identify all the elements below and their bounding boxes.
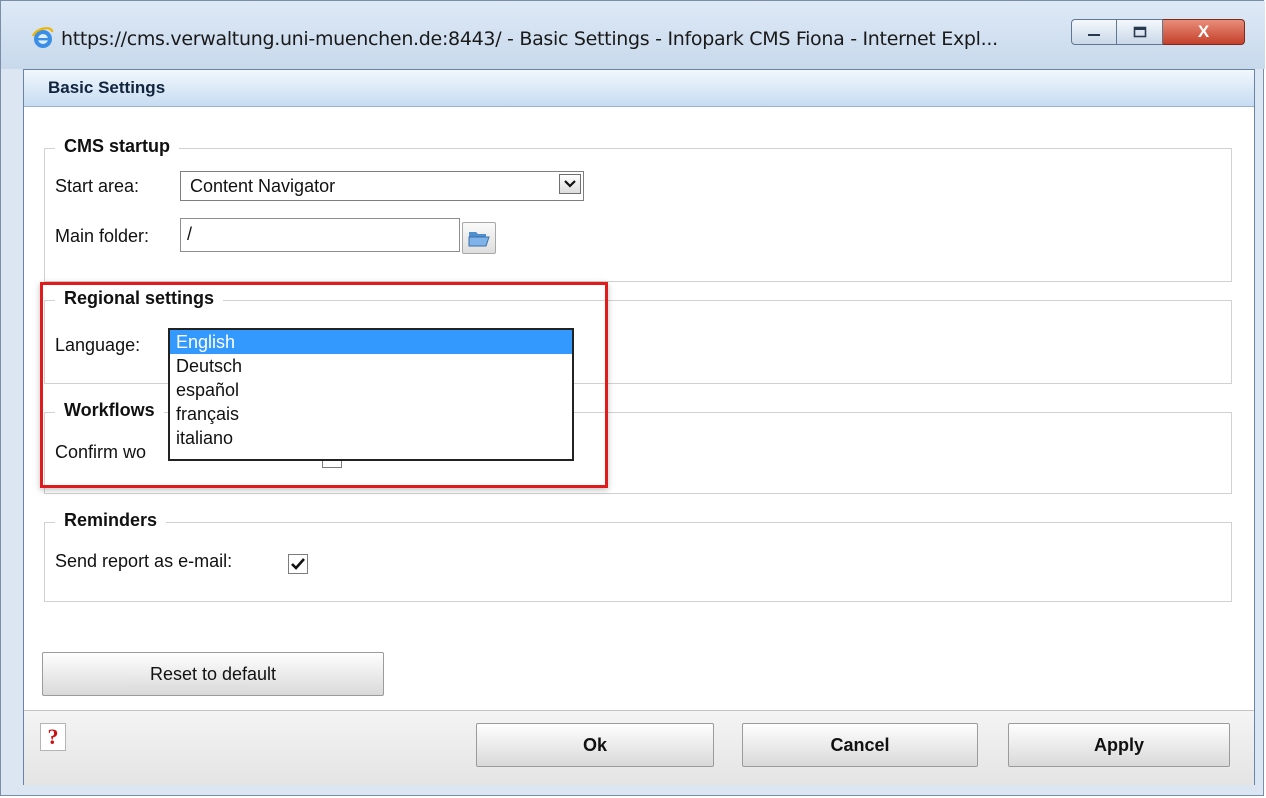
language-option-espanol[interactable]: español (170, 378, 572, 402)
confirm-workflow-label: Confirm wo (55, 442, 147, 462)
cms-startup-group: CMS startup (44, 136, 1232, 282)
start-area-value: Content Navigator (190, 176, 336, 196)
send-report-checkbox[interactable] (288, 554, 308, 574)
close-button[interactable]: X (1163, 19, 1245, 45)
window-controls: X (1071, 19, 1245, 47)
chevron-down-icon[interactable] (559, 174, 581, 194)
dialog-frame: Basic Settings CMS startup Start area: C… (23, 69, 1255, 785)
maximize-button[interactable] (1117, 19, 1163, 45)
workflows-legend: Workflows (55, 400, 164, 421)
maximize-icon (1133, 26, 1146, 38)
checkmark-icon (291, 558, 305, 570)
language-option-deutsch[interactable]: Deutsch (170, 354, 572, 378)
minimize-button[interactable] (1071, 19, 1117, 45)
cms-startup-legend: CMS startup (55, 136, 180, 157)
reminders-legend: Reminders (55, 510, 167, 531)
dialog-header: Basic Settings (24, 70, 1254, 107)
cancel-button[interactable]: Cancel (742, 723, 978, 767)
folder-open-icon (468, 232, 490, 247)
regional-settings-legend: Regional settings (55, 288, 224, 309)
dialog-footer: ? Ok Cancel Apply (24, 710, 1254, 785)
browse-folder-button[interactable] (462, 222, 496, 254)
main-folder-input[interactable]: / (180, 218, 460, 252)
close-icon: X (1197, 22, 1210, 41)
language-option-francais[interactable]: français (170, 402, 572, 426)
minimize-icon (1088, 34, 1100, 36)
send-report-label: Send report as e-mail: (55, 551, 233, 571)
help-icon: ? (47, 724, 59, 749)
apply-button[interactable]: Apply (1008, 723, 1230, 767)
browser-window: https://cms.verwaltung.uni-muenchen.de:8… (0, 0, 1265, 796)
window-title: https://cms.verwaltung.uni-muenchen.de:8… (61, 28, 998, 50)
language-label: Language: (55, 335, 141, 355)
internet-explorer-icon (31, 27, 54, 48)
main-folder-value: / (187, 224, 193, 244)
language-dropdown-list[interactable]: English Deutsch español français italian… (168, 328, 574, 461)
dialog-title: Basic Settings (48, 78, 166, 97)
ok-button[interactable]: Ok (476, 723, 714, 767)
language-option-english[interactable]: English (170, 330, 572, 354)
reset-to-default-button[interactable]: Reset to default (42, 652, 384, 696)
title-bar: https://cms.verwaltung.uni-muenchen.de:8… (1, 1, 1265, 69)
start-area-label: Start area: (55, 176, 140, 196)
language-option-italiano[interactable]: italiano (170, 426, 572, 450)
help-button[interactable]: ? (40, 723, 66, 751)
main-folder-label: Main folder: (55, 226, 150, 246)
start-area-select[interactable]: Content Navigator (180, 171, 584, 201)
